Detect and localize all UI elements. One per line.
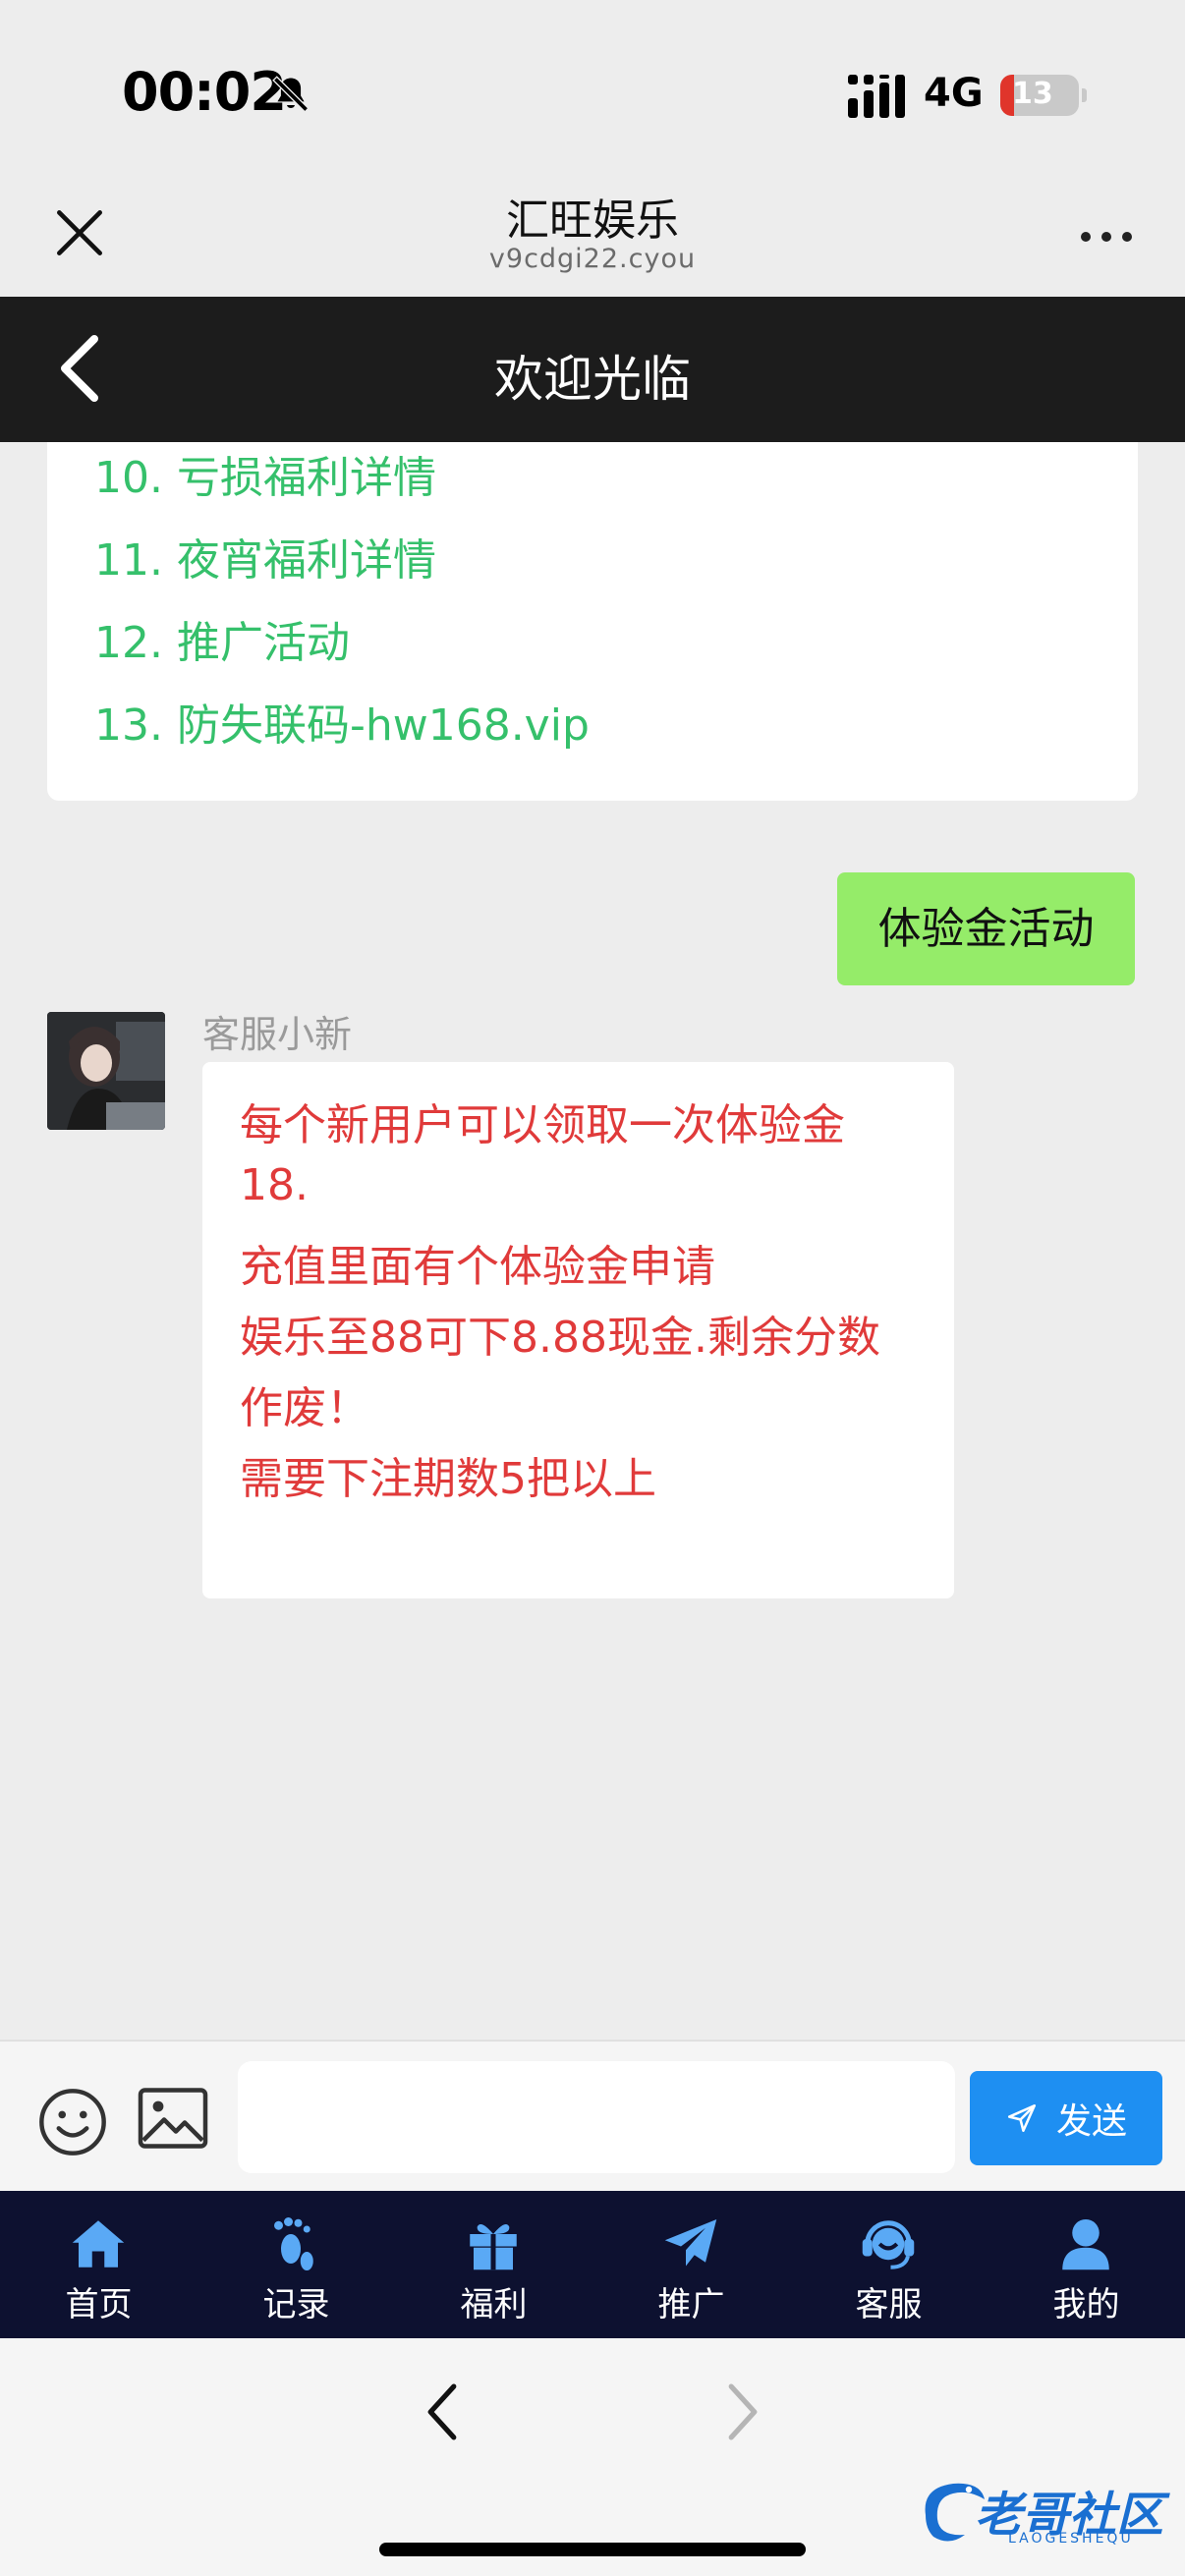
home-indicator[interactable] bbox=[379, 2543, 806, 2556]
tab-records[interactable]: 记录 bbox=[198, 2191, 395, 2338]
user-message-bubble: 体验金活动 bbox=[837, 872, 1135, 985]
menu-item[interactable]: 10. 亏损福利详情 bbox=[94, 442, 436, 505]
agent-message-line: 充值里面有个体验金申请 bbox=[240, 1242, 715, 1292]
watermark-logo: 老哥社区 LAOGESHEQU bbox=[914, 2470, 1171, 2554]
tab-promotion[interactable]: 推广 bbox=[592, 2191, 790, 2338]
gift-icon bbox=[470, 2224, 517, 2270]
agent-message-line: 娱乐至88可下8.88现金.剩余分数 bbox=[240, 1313, 880, 1363]
tab-welfare[interactable]: 福利 bbox=[395, 2191, 592, 2338]
message-input[interactable] bbox=[238, 2061, 955, 2173]
menu-item[interactable]: 12. 推广活动 bbox=[94, 607, 350, 670]
home-icon bbox=[72, 2220, 125, 2268]
menu-card: 10. 亏损福利详情 11. 夜宵福利详情 12. 推广活动 13. 防失联码-… bbox=[47, 442, 1138, 801]
network-type: 4G bbox=[924, 71, 984, 116]
browser-forward-icon[interactable] bbox=[723, 2380, 762, 2444]
agent-message-line: 作废！ bbox=[240, 1383, 369, 1433]
browser-back-icon[interactable] bbox=[423, 2380, 462, 2444]
browser-bar: 汇旺娱乐 v9cdgi22.cyou bbox=[0, 157, 1185, 297]
user-icon bbox=[1062, 2219, 1109, 2270]
battery-level: 13 bbox=[1012, 77, 1053, 111]
page-domain: v9cdgi22.cyou bbox=[488, 244, 697, 274]
tab-label: 记录 bbox=[262, 2285, 330, 2324]
send-label: 发送 bbox=[1055, 2101, 1127, 2142]
emoji-icon[interactable] bbox=[35, 2085, 110, 2159]
agent-message-line: 需要下注期数5把以上 bbox=[240, 1454, 656, 1504]
tab-label: 我的 bbox=[1052, 2285, 1120, 2324]
tab-home[interactable]: 首页 bbox=[0, 2191, 198, 2338]
bell-muted-icon bbox=[272, 76, 310, 113]
headset-icon bbox=[862, 2220, 915, 2269]
menu-item[interactable]: 11. 夜宵福利详情 bbox=[94, 525, 436, 588]
send-arrow-icon bbox=[1007, 2103, 1037, 2133]
tab-profile[interactable]: 我的 bbox=[988, 2191, 1185, 2338]
agent-message-bubble: 每个新用户可以领取一次体验金 18. 充值里面有个体验金申请 娱乐至88可下8.… bbox=[202, 1062, 954, 1598]
tab-label: 首页 bbox=[65, 2285, 133, 2324]
watermark-subtext: LAOGESHEQU bbox=[1008, 2531, 1134, 2547]
cellular-signal-icon bbox=[848, 75, 905, 118]
status-time: 00:02 bbox=[122, 61, 287, 123]
agent-message-line: 18. bbox=[240, 1160, 309, 1210]
tab-label: 客服 bbox=[855, 2285, 923, 2324]
more-icon[interactable] bbox=[1077, 216, 1136, 255]
tab-support[interactable]: 客服 bbox=[790, 2191, 988, 2338]
page-title: 汇旺娱乐 bbox=[506, 196, 679, 246]
app-header: 欢迎光临 bbox=[0, 297, 1185, 442]
tab-label: 福利 bbox=[460, 2285, 528, 2324]
send-button[interactable]: 发送 bbox=[970, 2071, 1162, 2165]
message-input-bar: 发送 bbox=[0, 2040, 1185, 2191]
footprints-icon bbox=[274, 2217, 313, 2270]
status-bar: 00:02 4G 13 bbox=[0, 0, 1185, 157]
agent-message-line: 每个新用户可以领取一次体验金 bbox=[240, 1100, 845, 1150]
tab-label: 推广 bbox=[657, 2285, 725, 2324]
image-icon[interactable] bbox=[138, 2087, 208, 2150]
agent-avatar bbox=[47, 1012, 165, 1130]
bottom-tab-bar: 首页 记录 福利 推广 客服 我的 bbox=[0, 2191, 1185, 2338]
header-title: 欢迎光临 bbox=[494, 351, 691, 408]
browser-navigation: 老哥社区 LAOGESHEQU bbox=[0, 2338, 1185, 2576]
battery-icon: 13 bbox=[1000, 75, 1087, 116]
menu-item[interactable]: 13. 防失联码-hw168.vip bbox=[94, 690, 590, 753]
paper-plane-icon bbox=[664, 2219, 717, 2267]
agent-name: 客服小新 bbox=[202, 1013, 353, 1056]
